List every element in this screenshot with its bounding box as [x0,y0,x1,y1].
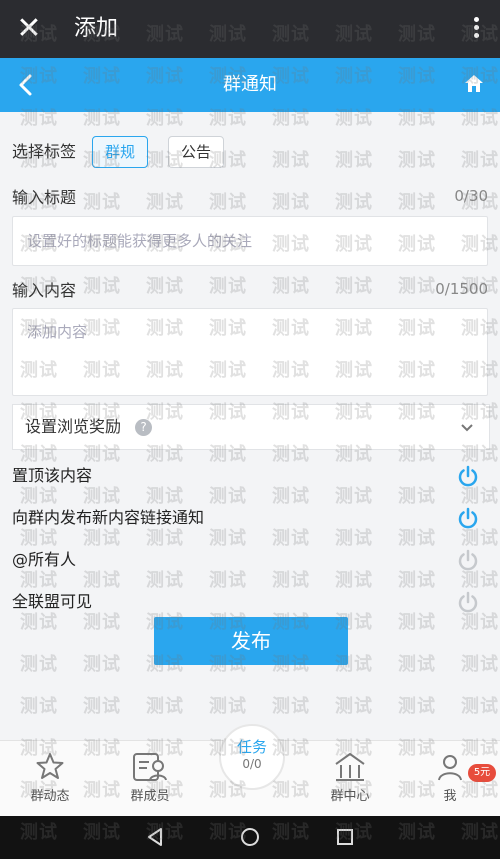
watermark-text: 测试 [209,528,247,549]
content-label: 输入内容 [12,281,77,300]
title-placeholder: 设置好的标题能获得更多人的关注 [27,232,253,250]
watermark-text: 测试 [146,192,184,213]
title-input[interactable]: 设置好的标题能获得更多人的关注 [12,216,488,266]
watermark-text: 测试 [146,696,184,717]
task-label: 任务 [236,738,267,756]
watermark-text: 测试 [398,528,436,549]
tab-label: 群中心 [330,789,370,804]
more-options-icon[interactable] [466,14,486,44]
watermark-text: 测试 [398,696,436,717]
watermark-text: 测试 [335,150,373,171]
watermark-text: 测试 [335,528,373,549]
task-progress: 0/0 [242,757,262,771]
help-icon[interactable]: ? [135,419,152,436]
watermark-text: 测试 [83,276,121,297]
content-textarea[interactable]: 添加内容 [12,308,488,396]
watermark-text: 测试 [83,654,121,675]
member-icon [110,750,190,784]
watermark-text: 测试 [272,192,310,213]
power-toggle-icon[interactable] [456,548,480,572]
content-counter: 0/1500 [435,280,488,298]
tab-label: 群动态 [30,789,70,804]
watermark-text: 测试 [461,696,499,717]
page-title: 群通知 [223,74,277,95]
tab-group-feed[interactable]: 群动态 [10,750,90,806]
watermark-text: 测试 [398,612,436,633]
toggle-label-notify: 向群内发布新内容链接通知 [12,508,205,527]
watermark-text: 测试 [209,696,247,717]
tab-label: 我 [443,789,457,804]
reward-label: 设置浏览奖励 [25,417,122,436]
watermark-text: 测试 [398,150,436,171]
watermark-text: 测试 [461,150,499,171]
red-packet-badge[interactable]: 5元 [468,764,496,782]
watermark-text: 测试 [335,276,373,297]
watermark-text: 测试 [398,570,436,591]
power-toggle-icon[interactable] [456,464,480,488]
nav-recents-icon[interactable] [334,826,356,852]
watermark-text: 测试 [335,192,373,213]
title-counter: 0/30 [454,187,488,205]
watermark-text: 测试 [461,654,499,675]
content-placeholder: 添加内容 [27,323,88,341]
page-header: 群通知 [0,58,500,112]
tag-label: 选择标签 [12,142,77,161]
watermark-text: 测试 [146,486,184,507]
nav-home-icon[interactable] [239,826,261,852]
watermark-text: 测试 [209,192,247,213]
tag-button-rules[interactable]: 群规 [92,136,149,168]
watermark-text: 测试 [209,570,247,591]
power-toggle-icon[interactable] [456,506,480,530]
home-icon[interactable] [462,72,486,96]
top-app-bar: ✕ 添加 [0,0,500,58]
tag-button-announcement[interactable]: 公告 [168,136,225,168]
watermark-text: 测试 [146,570,184,591]
watermark-text: 测试 [272,150,310,171]
tab-group-center[interactable]: 群中心 [310,750,390,806]
toggle-label-alliance-visible: 全联盟可见 [12,592,93,611]
title-label: 输入标题 [12,188,77,207]
watermark-text: 测试 [272,570,310,591]
watermark-text: 测试 [335,486,373,507]
toggle-label-pin: 置顶该内容 [12,466,93,485]
app-bar-title: 添加 [74,16,119,41]
star-icon [10,750,90,784]
chevron-down-icon [459,419,475,435]
publish-button[interactable]: 发布 [154,617,348,665]
tab-label: 群成员 [130,789,170,804]
watermark-text: 测试 [335,696,373,717]
toggle-label-mention-all: @所有人 [12,550,77,569]
watermark-text: 测试 [272,486,310,507]
watermark-text: 测试 [209,486,247,507]
tab-group-members[interactable]: 群成员 [110,750,190,806]
system-nav-bar [0,816,500,859]
close-icon[interactable]: ✕ [14,14,44,44]
nav-back-icon[interactable] [144,826,166,852]
watermark-text: 测试 [398,654,436,675]
task-button[interactable]: 任务 0/0 [219,724,285,790]
watermark-text: 测试 [398,486,436,507]
building-icon [310,750,390,784]
watermark-text: 测试 [83,192,121,213]
watermark-text: 测试 [20,696,58,717]
watermark-text: 测试 [83,570,121,591]
reward-selector[interactable]: 设置浏览奖励 ? [12,404,490,450]
watermark-text: 测试 [146,276,184,297]
watermark-text: 测试 [209,276,247,297]
watermark-text: 测试 [20,654,58,675]
watermark-text: 测试 [83,696,121,717]
watermark-text: 测试 [335,570,373,591]
watermark-text: 测试 [272,696,310,717]
power-toggle-icon[interactable] [456,590,480,614]
watermark-text: 测试 [272,276,310,297]
watermark-text: 测试 [272,528,310,549]
